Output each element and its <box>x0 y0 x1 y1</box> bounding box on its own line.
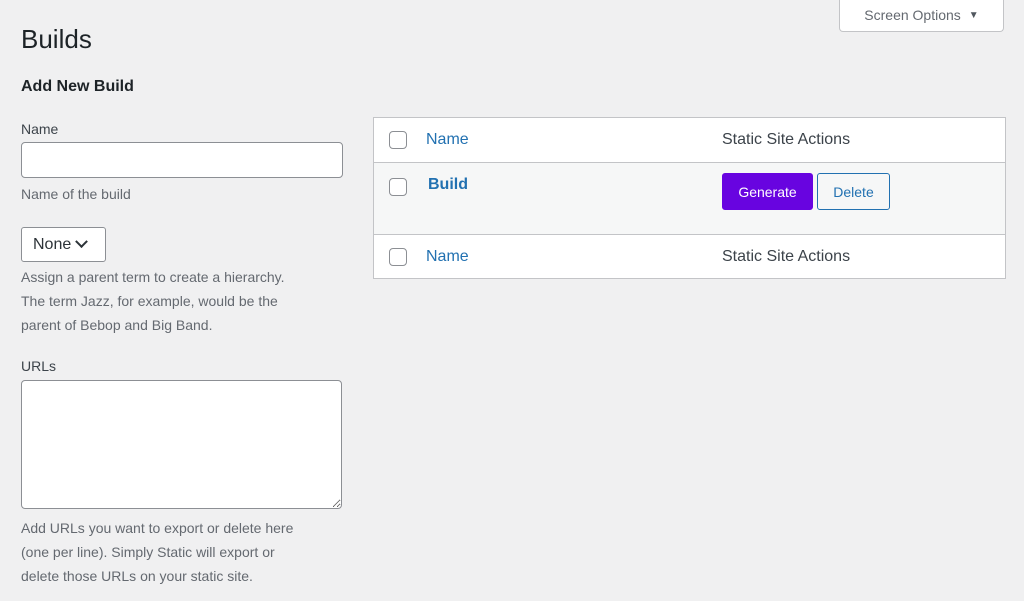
screen-options-button[interactable]: Screen Options ▼ <box>839 0 1004 32</box>
name-input[interactable] <box>21 142 343 178</box>
select-all-checkbox[interactable] <box>389 131 407 149</box>
select-all-checkbox-footer[interactable] <box>389 248 407 266</box>
row-checkbox[interactable] <box>389 178 407 196</box>
chevron-down-icon <box>75 235 89 249</box>
urls-description: Add URLs you want to export or delete he… <box>21 520 294 584</box>
table-header: Name Static Site Actions <box>374 118 1005 163</box>
row-actions: Generate Delete <box>722 173 890 210</box>
builds-table: Name Static Site Actions Build Generate … <box>373 117 1006 279</box>
column-name-footer[interactable]: Name <box>426 248 469 266</box>
triangle-down-icon: ▼ <box>968 9 979 21</box>
urls-textarea[interactable] <box>21 380 342 509</box>
parent-description: Assign a parent term to create a hierarc… <box>21 269 285 333</box>
column-actions-footer: Static Site Actions <box>722 248 851 265</box>
parent-select[interactable]: None <box>21 227 106 262</box>
column-actions-header: Static Site Actions <box>722 131 851 148</box>
build-name-link[interactable]: Build <box>428 176 468 194</box>
form-title: Add New Build <box>21 78 134 95</box>
parent-select-value: None <box>33 235 72 253</box>
page-title: Builds <box>21 24 92 54</box>
delete-button[interactable]: Delete <box>817 173 890 210</box>
table-footer: Name Static Site Actions <box>374 234 1005 278</box>
column-name-header[interactable]: Name <box>426 131 469 149</box>
screen-options-label: Screen Options <box>864 7 961 23</box>
name-description: Name of the build <box>21 186 131 202</box>
urls-label: URLs <box>21 358 57 374</box>
generate-button[interactable]: Generate <box>722 173 813 210</box>
table-row: Build Generate Delete <box>374 163 1005 234</box>
name-label: Name <box>21 121 59 137</box>
